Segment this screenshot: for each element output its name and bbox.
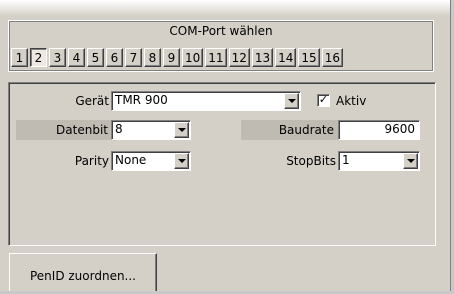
parity-select[interactable]: None xyxy=(111,151,191,171)
port-button-2[interactable]: 2 xyxy=(30,48,47,67)
device-label: Gerät xyxy=(75,94,109,108)
port-button-7[interactable]: 7 xyxy=(125,48,142,67)
active-checkbox[interactable]: ✓ xyxy=(317,94,330,107)
port-button-16[interactable]: 16 xyxy=(321,48,343,67)
port-button-10[interactable]: 10 xyxy=(182,48,204,67)
baudrate-input[interactable]: 9600 xyxy=(338,120,420,140)
port-button-3[interactable]: 3 xyxy=(49,48,66,67)
com-port-legend: COM-Port wählen xyxy=(169,24,273,38)
chevron-down-icon[interactable] xyxy=(174,153,189,169)
baudrate-label: Baudrate xyxy=(241,120,338,140)
window-top-shade xyxy=(0,0,450,16)
databits-select[interactable]: 8 xyxy=(111,120,191,140)
port-button-6[interactable]: 6 xyxy=(106,48,123,67)
com-port-tabs: 1 2 3 4 5 6 7 8 9 10 11 12 13 14 15 16 xyxy=(11,48,343,67)
port-button-5[interactable]: 5 xyxy=(87,48,104,67)
device-select[interactable]: TMR 900 xyxy=(111,91,301,111)
stopbits-label: StopBits xyxy=(286,154,336,168)
port-button-14[interactable]: 14 xyxy=(275,48,297,67)
port-button-9[interactable]: 9 xyxy=(163,48,180,67)
stopbits-value: 1 xyxy=(342,153,350,167)
port-button-12[interactable]: 12 xyxy=(228,48,250,67)
port-button-4[interactable]: 4 xyxy=(68,48,85,67)
port-button-11[interactable]: 11 xyxy=(205,48,227,67)
stopbits-select[interactable]: 1 xyxy=(338,151,420,171)
databits-value: 8 xyxy=(115,122,123,136)
chevron-down-icon[interactable] xyxy=(403,153,418,169)
port-button-8[interactable]: 8 xyxy=(144,48,161,67)
port-button-1[interactable]: 1 xyxy=(11,48,28,67)
active-label: Aktiv xyxy=(336,94,367,108)
settings-panel: Gerät TMR 900 ✓ Aktiv Datenbit 8 Baudrat… xyxy=(8,82,436,246)
chevron-down-icon[interactable] xyxy=(174,122,189,138)
port-button-15[interactable]: 15 xyxy=(298,48,320,67)
chevron-down-icon[interactable] xyxy=(284,93,299,109)
assign-penid-button[interactable]: PenID zuordnen... xyxy=(9,253,157,291)
parity-value: None xyxy=(115,153,147,167)
databits-label: Datenbit xyxy=(16,120,112,140)
device-value: TMR 900 xyxy=(115,93,168,107)
com-port-window: COM-Port wählen 1 2 3 4 5 6 7 8 9 10 11 … xyxy=(0,0,451,291)
port-button-13[interactable]: 13 xyxy=(251,48,274,67)
parity-label: Parity xyxy=(74,154,109,168)
